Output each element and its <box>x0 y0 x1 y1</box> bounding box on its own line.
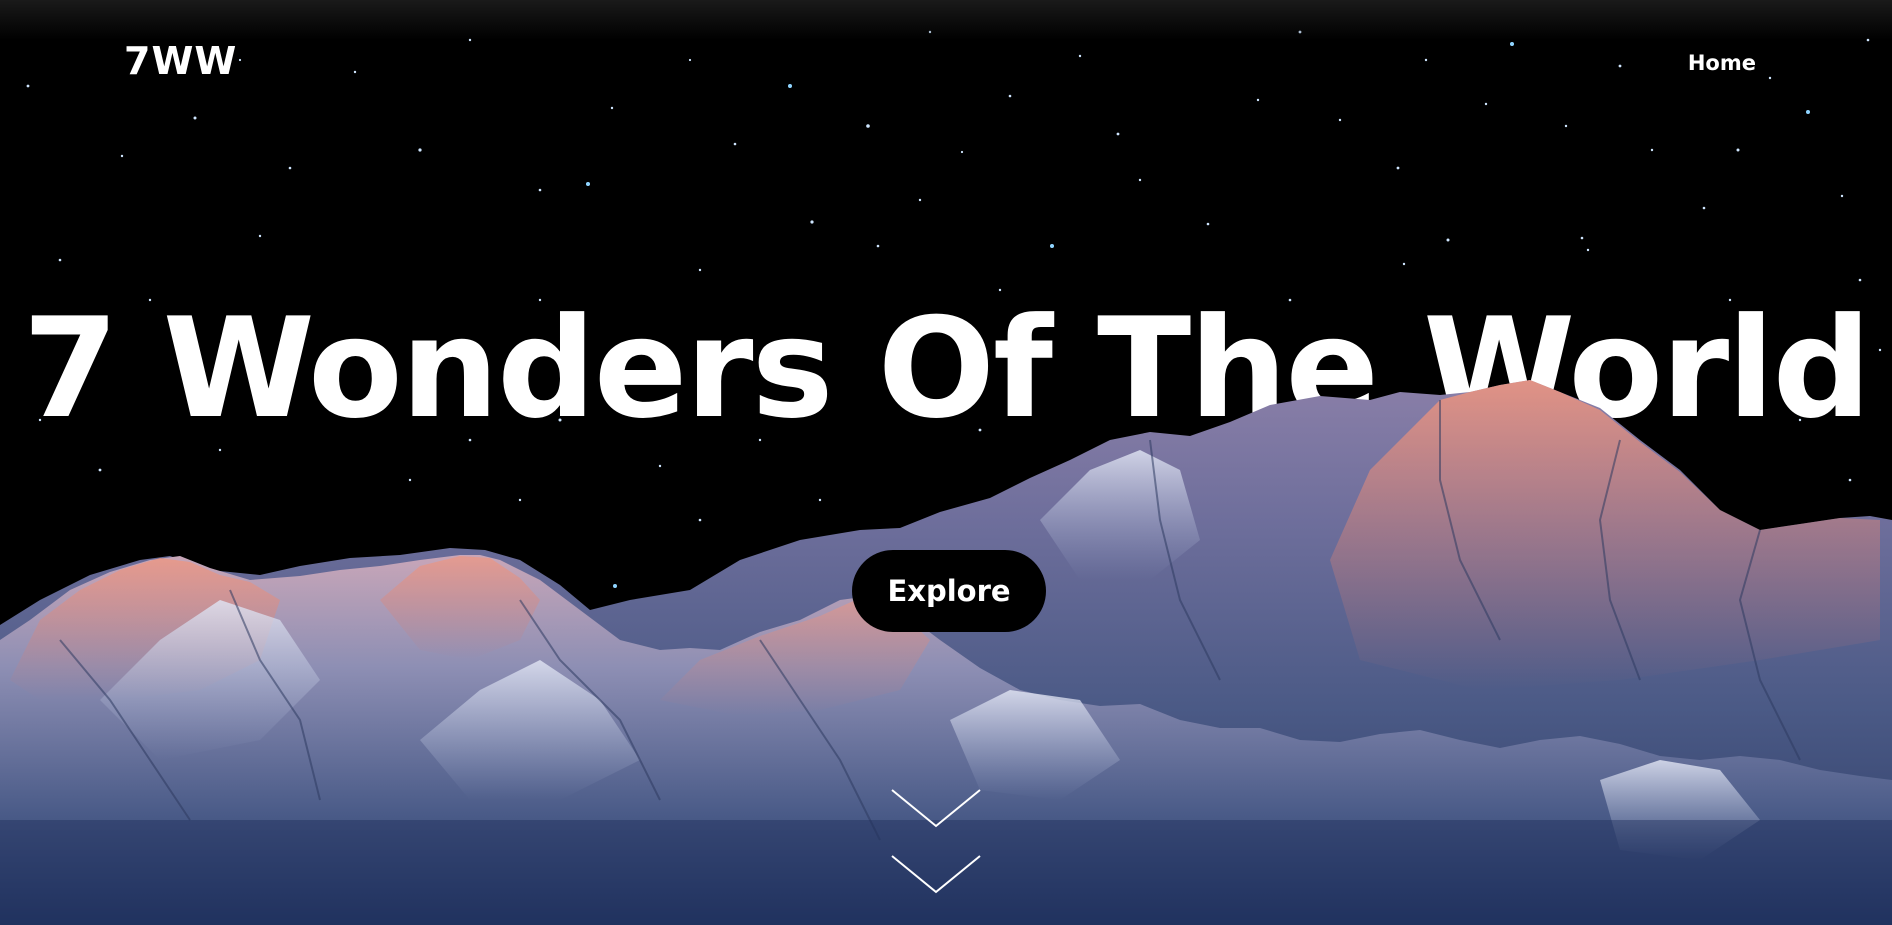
site-logo[interactable]: 7WW <box>124 42 237 80</box>
navbar: 7WW Home <box>0 0 1892 130</box>
double-chevron-down-icon[interactable] <box>888 786 984 896</box>
nav-link-home[interactable]: Home <box>1688 53 1756 74</box>
hero-section: 7 Wonders Of The World 7WW Home Explore <box>0 0 1892 925</box>
explore-button[interactable]: Explore <box>852 550 1046 632</box>
